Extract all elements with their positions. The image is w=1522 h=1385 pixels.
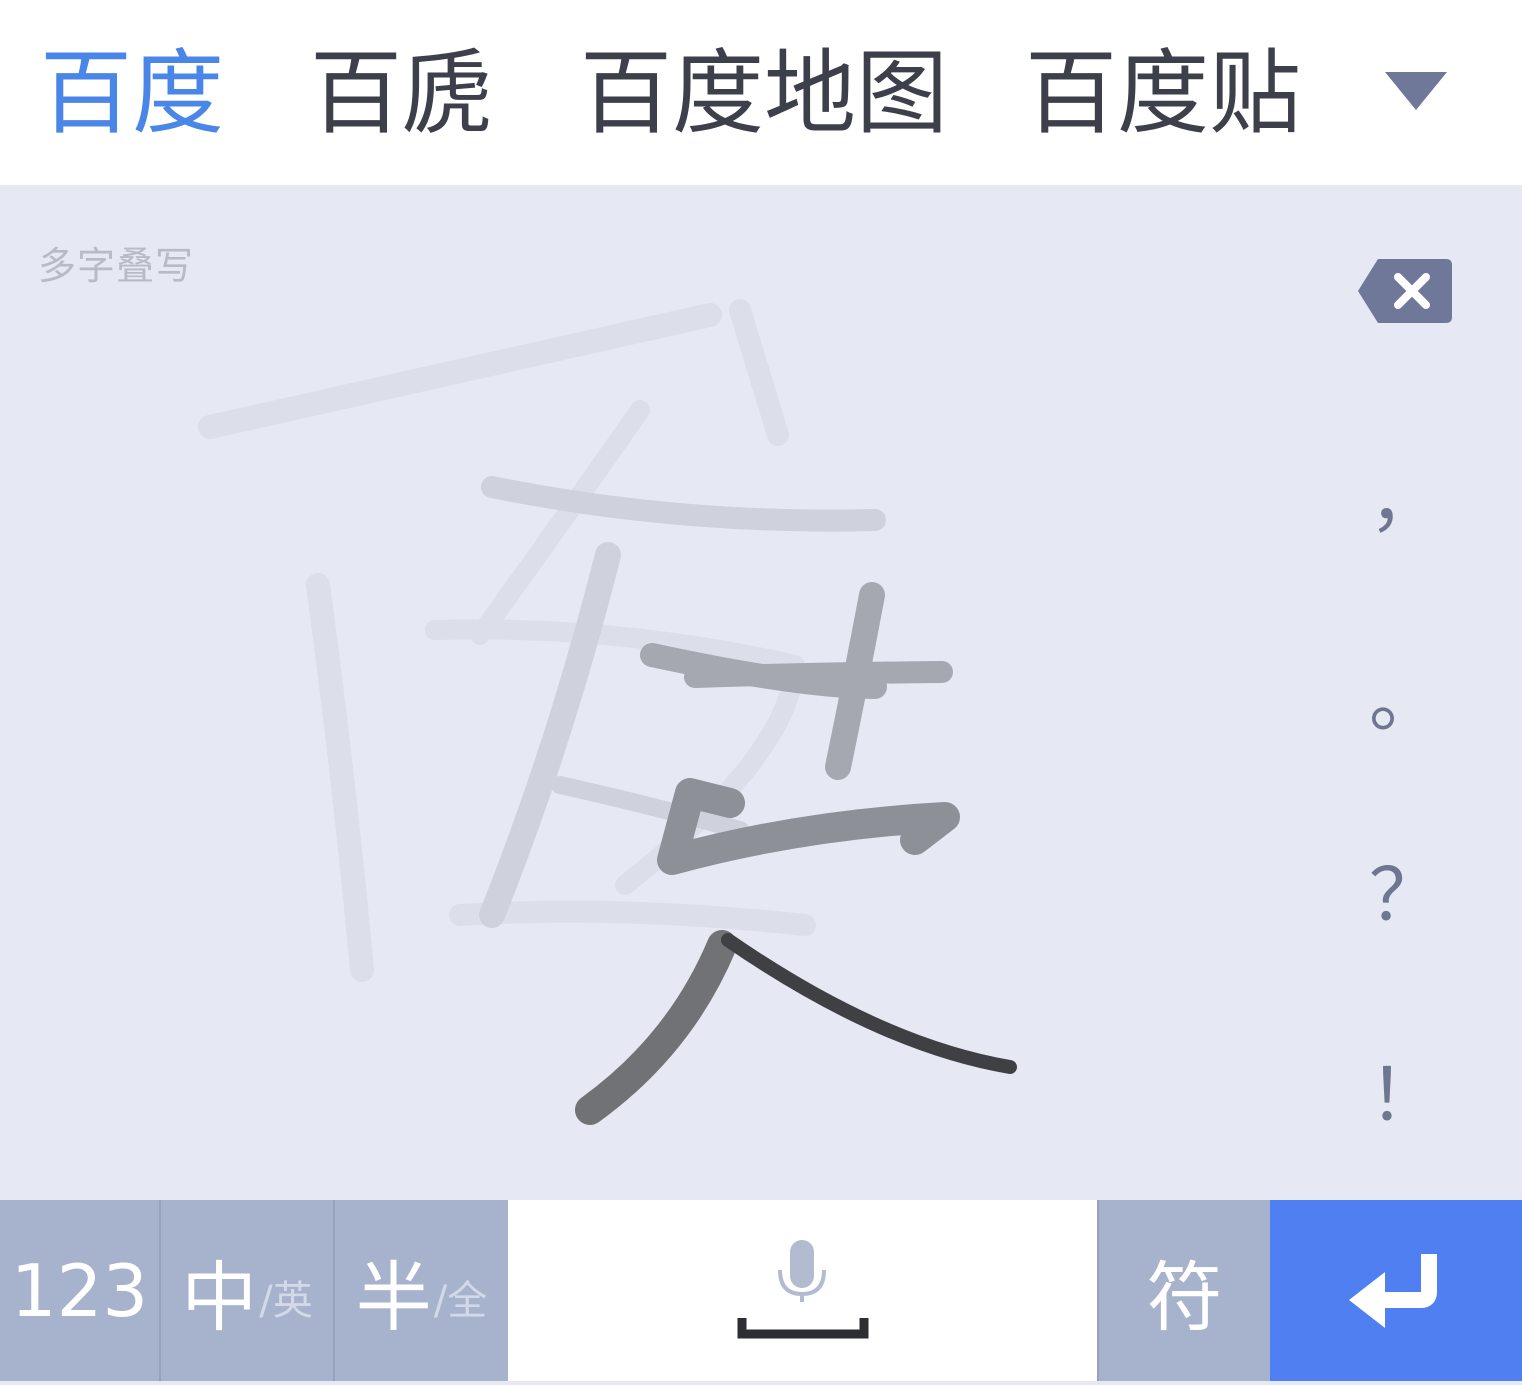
comma-key[interactable]: ， [1350, 450, 1460, 550]
exclamation-key[interactable]: ！ [1350, 1045, 1460, 1145]
candidate-bar: 百度 百虒 百度地图 百度贴吧 [0, 0, 1522, 185]
width-primary-label: 半 [355, 1252, 432, 1342]
number-keyboard-key[interactable]: 123 [0, 1200, 161, 1381]
width-toggle-key[interactable]: 半/全 [335, 1200, 508, 1381]
backspace-icon [1358, 259, 1452, 323]
handwriting-pad[interactable]: 多字叠写 ， 。 ？ ！ [0, 185, 1522, 1200]
space-key[interactable] [508, 1200, 1097, 1381]
period-key[interactable]: 。 [1350, 650, 1460, 750]
symbols-key-label: 符 [1146, 1252, 1223, 1342]
candidate-4[interactable]: 百度贴吧 [1025, 44, 1307, 144]
enter-arrow-icon [1349, 1253, 1437, 1328]
triangle-down-icon [1385, 72, 1447, 110]
handwriting-strokes [198, 299, 1017, 1125]
language-primary-label: 中 [181, 1252, 258, 1342]
keyboard-toolbar: 123 中/英 半/全 符 [0, 1200, 1522, 1381]
candidate-2[interactable]: 百虒 [310, 44, 490, 144]
language-toggle-key[interactable]: 中/英 [161, 1200, 335, 1381]
backspace-button[interactable] [1356, 257, 1454, 325]
candidate-1[interactable]: 百度 [40, 44, 220, 144]
question-mark-key[interactable]: ？ [1350, 845, 1460, 945]
language-secondary-label: /英 [259, 1277, 313, 1324]
number-key-label: 123 [10, 1248, 149, 1333]
more-candidates-button[interactable] [1375, 62, 1457, 122]
candidate-3[interactable]: 百度地图 [580, 44, 950, 144]
space-bar-icon [737, 1318, 869, 1339]
width-secondary-label: /全 [433, 1277, 488, 1324]
symbols-key[interactable]: 符 [1097, 1200, 1270, 1381]
enter-key[interactable] [1270, 1200, 1522, 1381]
